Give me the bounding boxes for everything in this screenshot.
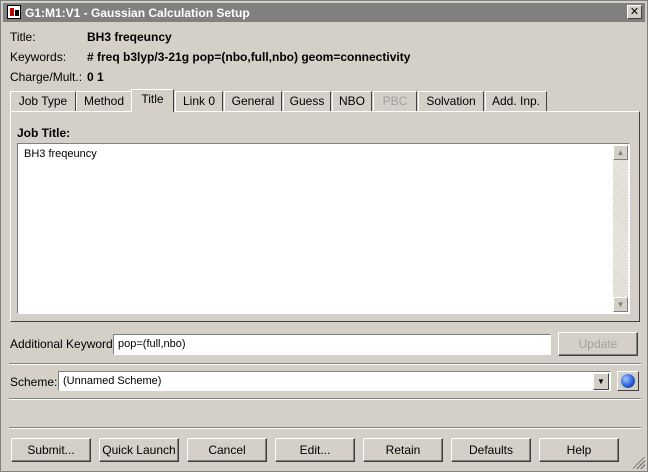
tab-nbo[interactable]: NBO	[332, 91, 372, 111]
help-button[interactable]: Help	[539, 438, 619, 462]
retain-button[interactable]: Retain	[363, 438, 443, 462]
quick-launch-button[interactable]: Quick Launch	[99, 438, 179, 462]
chevron-down-icon[interactable]: ▼	[593, 373, 609, 390]
globe-icon	[621, 374, 635, 388]
scroll-up-icon[interactable]: ▲	[613, 145, 628, 160]
tab-add-inp[interactable]: Add. Inp.	[485, 91, 547, 111]
title-value: BH3 freqeuncy	[87, 30, 172, 44]
tab-guess[interactable]: Guess	[283, 91, 331, 111]
tab-link0[interactable]: Link 0	[175, 91, 223, 111]
window-title: G1:M1:V1 - Gaussian Calculation Setup	[25, 6, 250, 20]
tab-general[interactable]: General	[224, 91, 282, 111]
update-button: Update	[558, 332, 638, 356]
gaussian-setup-window: G1:M1:V1 - Gaussian Calculation Setup ✕ …	[0, 0, 648, 472]
separator	[9, 363, 641, 365]
job-title-text: BH3 freqeuncy	[24, 148, 97, 160]
resize-grip-icon[interactable]	[633, 457, 645, 469]
tab-pbc: PBC	[373, 91, 417, 111]
separator	[9, 398, 641, 400]
submit-button[interactable]: Submit...	[11, 438, 91, 462]
additional-keywords-label: Additional Keywords:	[10, 337, 123, 351]
tab-title[interactable]: Title	[131, 89, 174, 112]
tab-job-type[interactable]: Job Type	[10, 91, 76, 111]
additional-keywords-input[interactable]: pop=(full,nbo)	[113, 334, 551, 355]
scheme-manager-button[interactable]	[617, 371, 639, 391]
scheme-label: Scheme:	[10, 375, 58, 389]
title-bar[interactable]: G1:M1:V1 - Gaussian Calculation Setup ✕	[3, 3, 645, 22]
charge-mult-label: Charge/Mult.:	[10, 70, 83, 84]
tab-solvation[interactable]: Solvation	[418, 91, 484, 111]
app-icon	[7, 5, 21, 19]
edit-button[interactable]: Edit...	[275, 438, 355, 462]
title-label: Title:	[10, 30, 36, 44]
defaults-button[interactable]: Defaults	[451, 438, 531, 462]
keywords-label: Keywords:	[10, 50, 67, 64]
job-title-textarea[interactable]: BH3 freqeuncy ▲ ▼	[17, 143, 630, 314]
charge-mult-value: 0 1	[87, 70, 104, 84]
close-icon[interactable]: ✕	[627, 5, 642, 19]
textarea-scrollbar[interactable]: ▲ ▼	[613, 145, 628, 312]
scroll-down-icon[interactable]: ▼	[613, 297, 628, 312]
job-title-label: Job Title:	[17, 126, 71, 140]
separator	[9, 427, 641, 429]
cancel-button[interactable]: Cancel	[187, 438, 267, 462]
scheme-value: (Unnamed Scheme)	[63, 375, 162, 387]
keywords-value: # freq b3lyp/3-21g pop=(nbo,full,nbo) ge…	[87, 50, 411, 64]
tab-method[interactable]: Method	[76, 91, 132, 111]
scheme-select[interactable]: (Unnamed Scheme)	[58, 371, 611, 391]
